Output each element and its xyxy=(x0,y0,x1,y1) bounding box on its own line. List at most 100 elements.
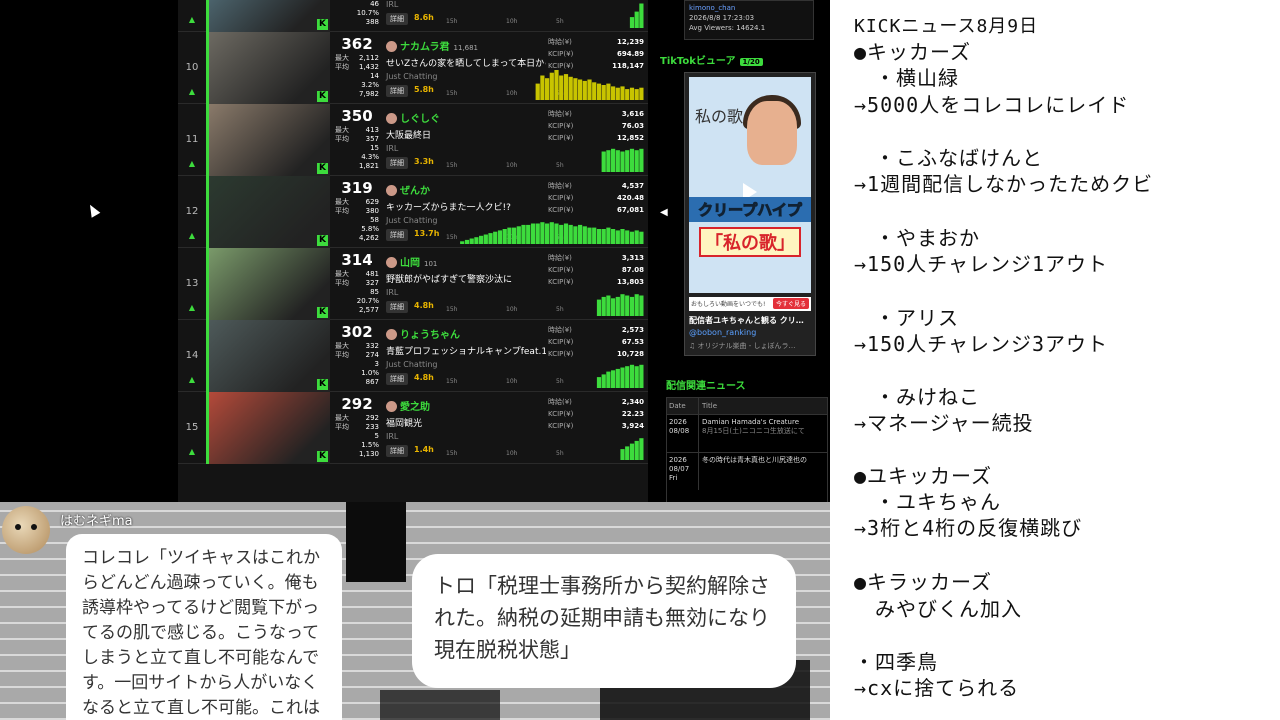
kick-logo-icon: K xyxy=(317,19,328,30)
stream-thumbnail[interactable]: K xyxy=(206,320,330,392)
tiktok-account[interactable]: @bobon_ranking xyxy=(689,328,756,337)
revenue-value: 12,239 xyxy=(616,38,644,46)
tiktok-music: ♫ オリジナル楽曲 - しょぼんラ… xyxy=(689,342,796,350)
stat-label: 平均 xyxy=(335,279,349,287)
revenue-row: KCIP(¥) 22.23 xyxy=(548,408,644,420)
streamer-name-text: しぐしぐ xyxy=(400,114,440,125)
history-bar xyxy=(625,89,630,100)
chat-username: はむネギma xyxy=(60,514,133,529)
tiktok-card[interactable]: 私の歌 クリープハイプ 「私の歌」 おもしろい動画をいつでも! 今すぐ見る 配信者… xyxy=(684,72,816,356)
streamer-name[interactable]: 山岡 101 xyxy=(386,254,546,269)
tiktok-video[interactable]: 私の歌 クリープハイプ 「私の歌」 xyxy=(689,77,811,293)
streamer-name[interactable]: ナカムラ君 11,681 xyxy=(386,38,546,53)
history-bar xyxy=(483,234,488,244)
news-row[interactable]: 2026 08/07 Fri 冬の時代は青木真也と川尻達也の xyxy=(667,452,827,490)
ranking-row[interactable]: 14 ▲ K 302 最大 332 平均 274 3 1.0% 867 りょうちゃん 青藍プロフェッショ… xyxy=(178,320,648,392)
current-viewers: 302 xyxy=(341,323,373,341)
stream-thumbnail[interactable]: K xyxy=(206,248,330,320)
history-bar xyxy=(592,227,597,244)
history-bar xyxy=(629,87,635,100)
detail-button[interactable]: 詳細 xyxy=(386,445,408,457)
prev-arrow-icon[interactable]: ◀ xyxy=(660,207,668,218)
streamer-name[interactable]: しぐしぐ xyxy=(386,110,546,125)
history-bar xyxy=(620,449,625,460)
detail-button[interactable]: 詳細 xyxy=(386,229,408,241)
streamer-name[interactable]: ぜんか xyxy=(386,182,546,197)
history-bar xyxy=(540,75,545,100)
streamer-name[interactable]: りょうちゃん xyxy=(386,326,546,341)
ranking-row[interactable]: 9▲K431最大431平均2644610.7%388ヒデツハローキティの夏休みS… xyxy=(178,0,648,32)
history-bar xyxy=(629,296,635,316)
stream-thumbnail[interactable]: K xyxy=(206,176,330,248)
stat-row: 1.0% xyxy=(332,369,382,378)
history-bar xyxy=(620,294,625,316)
stat-value: 1.0% xyxy=(361,369,379,377)
stream-thumbnail[interactable]: K xyxy=(206,0,330,32)
detail-button[interactable]: 詳細 xyxy=(386,157,408,169)
stat-value: 1,432 xyxy=(358,63,379,71)
stat-label: 平均 xyxy=(335,63,349,71)
news-row[interactable]: 2026 08/08 Damian Hamada's Creature 8月15日(… xyxy=(667,414,827,452)
revenue-stats: 時給(¥) 2,340 KCIP(¥) 22.23 KCIP(¥) 3,924 xyxy=(548,396,644,432)
stat-row: 3.2% xyxy=(332,81,382,90)
stat-value: 413 xyxy=(365,126,379,134)
video-artist-text: クリープハイプ xyxy=(689,197,811,222)
history-bar xyxy=(563,74,569,100)
video-song-banner: 「私の歌」 xyxy=(699,227,801,257)
detail-button[interactable]: 詳細 xyxy=(386,13,408,25)
kick-logo-icon: K xyxy=(317,91,328,102)
revenue-label: 時給(¥) xyxy=(548,182,572,190)
news-col-title: Title xyxy=(702,402,718,410)
stat-label: 平均 xyxy=(335,135,349,143)
rank-number: 15 ▲ xyxy=(178,392,206,464)
streamer-name[interactable]: 愛之助 xyxy=(386,398,546,413)
history-bar xyxy=(625,150,630,172)
stat-label: 最大 xyxy=(335,342,349,350)
history-bar xyxy=(596,83,602,100)
ranking-row[interactable]: 13 ▲ K 314 最大 481 平均 327 85 20.7% 2,577 山岡 101 野獣郎がやば… xyxy=(178,248,648,320)
rank-number: 9▲ xyxy=(178,0,206,32)
stream-thumbnail[interactable]: K xyxy=(206,32,330,104)
stat-value: 5 xyxy=(374,432,379,440)
history-bar xyxy=(611,148,616,172)
history-bar xyxy=(507,227,512,244)
stat-value: 14 xyxy=(370,72,379,80)
stream-thumbnail[interactable]: K xyxy=(206,392,330,464)
promo-button[interactable]: 今すぐ見る xyxy=(772,298,809,309)
stream-thumbnail[interactable]: K xyxy=(206,104,330,176)
history-bar xyxy=(512,227,517,244)
tiktok-viewer-header: TikTokビューア 1/20 xyxy=(660,52,763,67)
ranking-row[interactable]: 10 ▲ K 362 最大 2,112 平均 1,432 14 3.2% 7,982 ナカムラ君 11,… xyxy=(178,32,648,104)
history-bar xyxy=(625,366,630,388)
stat-row: 5 xyxy=(332,432,382,441)
note-line: →5000人をコレコレにレイド xyxy=(854,93,1130,117)
viewer-history-chart xyxy=(629,3,644,28)
history-bar xyxy=(639,3,644,28)
history-bar xyxy=(634,366,639,388)
revenue-stats: 時給(¥) 3,616 KCIP(¥) 76.03 KCIP(¥) 12,852 xyxy=(548,108,644,144)
detail-button[interactable]: 詳細 xyxy=(386,301,408,313)
ranking-row[interactable]: 11 ▲ K 350 最大 413 平均 357 15 4.3% 1,821 しぐしぐ 大阪最終日 IRL… xyxy=(178,104,648,176)
history-bar xyxy=(554,223,559,244)
ranking-row[interactable]: 15 ▲ K 292 最大 292 平均 233 5 1.5% 1,130 愛之助 福岡観光 IRL 詳細 1… xyxy=(178,392,648,464)
detail-button[interactable]: 詳細 xyxy=(386,85,408,97)
history-bar xyxy=(620,151,625,172)
detail-button[interactable]: 詳細 xyxy=(386,373,408,385)
history-bar xyxy=(625,295,630,316)
stat-value: 46 xyxy=(370,0,379,8)
revenue-value: 3,616 xyxy=(621,110,644,118)
history-bar xyxy=(540,222,545,244)
rank-number-text: 9 xyxy=(189,0,195,1)
rank-trend-icon: ▲ xyxy=(188,159,196,168)
rank-trend-icon: ▲ xyxy=(188,231,196,240)
stat-label: 平均 xyxy=(335,423,349,431)
note-line: ・四季鳥 xyxy=(854,650,938,674)
stat-value: 332 xyxy=(365,342,379,350)
ranking-row[interactable]: 12 ▲ K 319 最大 629 平均 380 58 5.8% 4,262 ぜんか キッカーズからまた… xyxy=(178,176,648,248)
rank-trend-icon: ▲ xyxy=(188,447,196,456)
stat-value: 5.8% xyxy=(361,225,379,233)
stream-title: せいZさんの家を晒してしまって本日から xyxy=(386,59,546,69)
tiktok-title[interactable]: 配信者ユキちゃんと観る クリ… xyxy=(689,315,813,326)
news-title: Damian Hamada's Creature 8月15日(土)ニコニコ生放送に… xyxy=(699,415,827,452)
history-bar xyxy=(545,78,550,100)
